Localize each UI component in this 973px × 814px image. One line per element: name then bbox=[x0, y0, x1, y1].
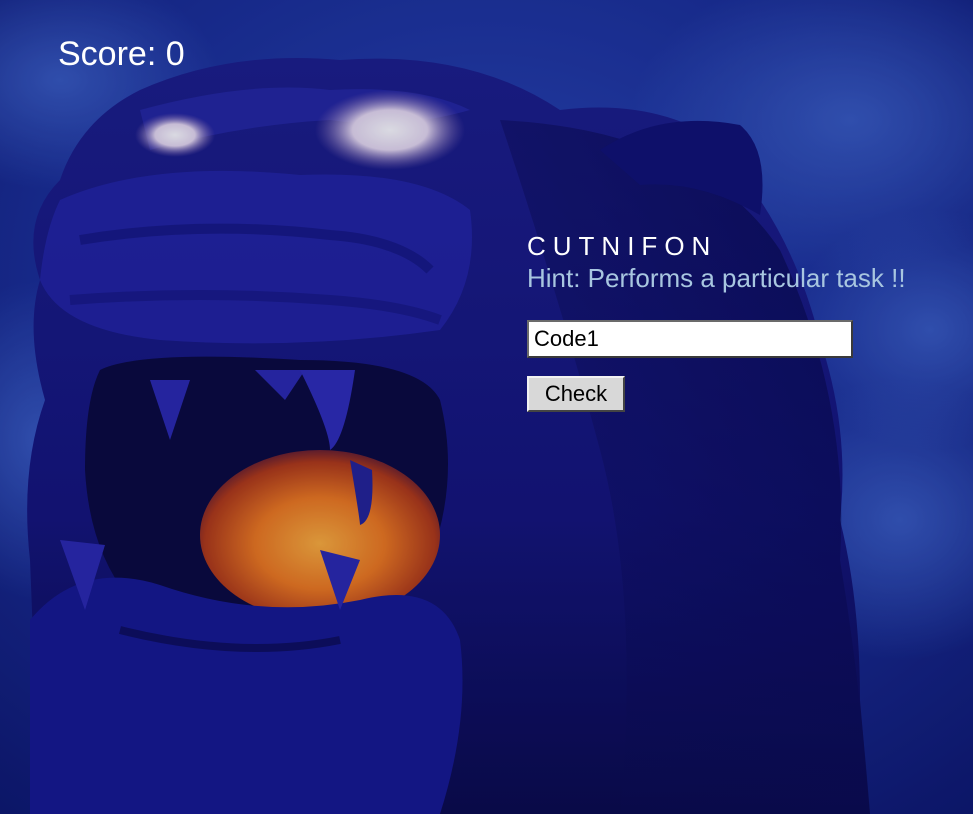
score-display: Score: 0 bbox=[58, 35, 185, 73]
check-button[interactable]: Check bbox=[527, 376, 625, 412]
puzzle-panel: CUTNIFON Hint: Performs a particular tas… bbox=[527, 230, 906, 412]
scrambled-word: CUTNIFON bbox=[527, 231, 718, 261]
hint-text: Hint: Performs a particular task !! bbox=[527, 263, 906, 293]
answer-input[interactable] bbox=[527, 320, 853, 358]
